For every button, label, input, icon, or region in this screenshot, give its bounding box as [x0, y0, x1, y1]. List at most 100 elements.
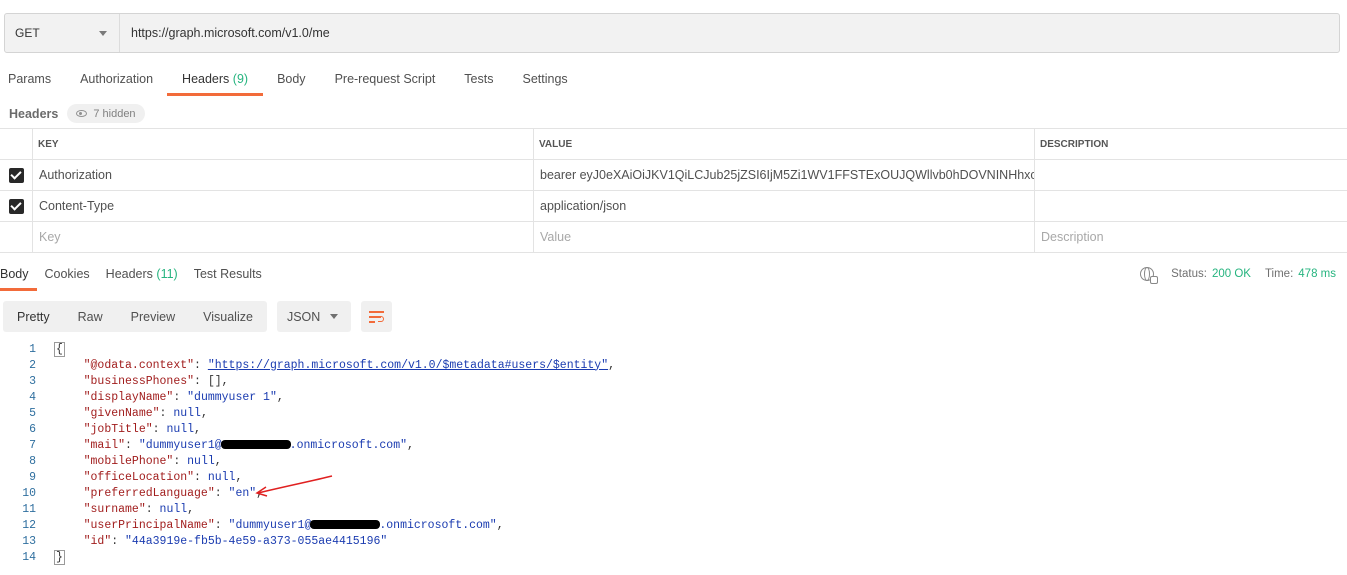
line-number: 13	[22, 534, 36, 548]
line-number: 4	[29, 390, 36, 404]
hidden-headers-toggle[interactable]: 7 hidden	[67, 104, 145, 123]
response-headers-count: (11)	[156, 267, 178, 281]
json-link-value[interactable]: "https://graph.microsoft.com/v1.0/$metad…	[208, 359, 608, 372]
new-value-input[interactable]: Value	[534, 222, 1035, 252]
column-header-key: KEY	[33, 129, 534, 159]
headers-table: KEY VALUE DESCRIPTION Authorization bear…	[0, 128, 1347, 253]
new-header-row: Key Value Description	[0, 222, 1347, 253]
line-number: 2	[29, 358, 36, 372]
json-key: "givenName"	[83, 406, 160, 420]
code-line: 13 "id": "44a3919e-fb5b-4e59-a373-055ae4…	[0, 533, 615, 549]
line-number: 1	[29, 342, 36, 356]
hidden-headers-label: 7 hidden	[93, 107, 136, 120]
tab-body[interactable]: Body	[269, 64, 314, 96]
view-pretty-button[interactable]: Pretty	[3, 301, 64, 332]
new-key-input[interactable]: Key	[33, 222, 534, 252]
request-url-bar: GET https://graph.microsoft.com/v1.0/me	[4, 13, 1340, 53]
tab-response-cookies[interactable]: Cookies	[45, 265, 90, 291]
line-number: 10	[22, 486, 36, 500]
view-mode-group: Pretty Raw Preview Visualize	[3, 301, 267, 332]
headers-section-title: Headers	[9, 106, 59, 121]
new-description-input[interactable]: Description	[1035, 222, 1347, 252]
json-value: "dummyuser1@	[138, 438, 222, 452]
redaction-mark	[220, 439, 291, 449]
json-key: "businessPhones"	[83, 374, 195, 388]
response-body-code: 1{ 2 "@odata.context": "https://graph.mi…	[0, 341, 615, 565]
row-checkbox-cell	[0, 191, 33, 221]
header-description-field[interactable]	[1035, 160, 1347, 190]
code-line: 7 "mail": "dummyuser1@ .onmicrosoft.com",	[0, 437, 615, 453]
code-line: 4 "displayName": "dummyuser 1",	[0, 389, 615, 405]
headers-count: (9)	[232, 72, 249, 86]
tab-response-headers[interactable]: Headers (11)	[106, 265, 178, 291]
format-select[interactable]: JSON	[276, 301, 351, 332]
json-value: null	[207, 470, 236, 484]
table-row: Content-Type application/json	[0, 191, 1347, 222]
table-header-row: KEY VALUE DESCRIPTION	[0, 129, 1347, 160]
tab-authorization[interactable]: Authorization	[72, 64, 161, 96]
code-line: 3 "businessPhones": [],	[0, 373, 615, 389]
headers-section-header: Headers 7 hidden	[9, 104, 145, 123]
json-key: "mobilePhone"	[83, 454, 174, 468]
tab-tests[interactable]: Tests	[456, 64, 501, 96]
code-line: 1{	[0, 341, 615, 357]
tab-headers[interactable]: Headers (9)	[167, 64, 264, 96]
line-number: 11	[22, 502, 36, 516]
request-tabs: Params Authorization Headers (9) Body Pr…	[0, 64, 589, 98]
annotation-arrow-icon	[255, 475, 333, 497]
tab-test-results[interactable]: Test Results	[194, 265, 262, 291]
header-key-field[interactable]: Authorization	[33, 160, 534, 190]
row-checkbox-cell	[0, 222, 33, 252]
json-value: .onmicrosoft.com"	[289, 438, 407, 452]
json-key: "id"	[83, 534, 112, 548]
column-header-description: DESCRIPTION	[1040, 138, 1109, 150]
wrap-lines-icon[interactable]	[360, 301, 392, 332]
code-line: 8 "mobilePhone": null,	[0, 453, 615, 469]
response-view-toolbar: Pretty Raw Preview Visualize JSON	[3, 301, 392, 332]
line-number: 12	[22, 518, 36, 532]
header-value-field[interactable]: bearer eyJ0eXAiOiJKV1QiLCJub25jZSI6IjM5Z…	[534, 160, 1035, 190]
status-value[interactable]: 200 OK	[1212, 268, 1251, 280]
checkbox-checked-icon[interactable]	[8, 198, 24, 214]
checkbox-checked-icon[interactable]	[8, 167, 24, 183]
json-key: "preferredLanguage"	[83, 486, 215, 500]
view-preview-button[interactable]: Preview	[117, 301, 189, 332]
tab-response-body[interactable]: Body	[0, 265, 36, 291]
json-key: "jobTitle"	[83, 422, 153, 436]
close-brace: }	[54, 549, 65, 565]
time-value[interactable]: 478 ms	[1298, 268, 1336, 280]
line-number: 9	[29, 470, 36, 484]
http-method-select[interactable]: GET	[5, 14, 120, 52]
header-value-field[interactable]: application/json	[534, 191, 1035, 221]
table-row: Authorization bearer eyJ0eXAiOiJKV1QiLCJ…	[0, 160, 1347, 191]
header-check-column	[0, 129, 33, 159]
json-value: null	[166, 422, 195, 436]
json-value: null	[173, 406, 201, 420]
network-globe-icon[interactable]	[1140, 267, 1159, 284]
code-line: 2 "@odata.context": "https://graph.micro…	[0, 357, 615, 373]
line-number: 6	[29, 422, 36, 436]
url-input[interactable]: https://graph.microsoft.com/v1.0/me	[120, 14, 330, 52]
column-header-value: VALUE	[534, 129, 1035, 159]
tab-settings[interactable]: Settings	[514, 64, 575, 96]
header-key-field[interactable]: Content-Type	[33, 191, 534, 221]
json-key: "surname"	[83, 502, 146, 516]
tab-pre-request-script[interactable]: Pre-request Script	[327, 64, 444, 96]
json-key: "userPrincipalName"	[83, 518, 215, 532]
chevron-down-icon	[329, 314, 338, 319]
json-value: null	[187, 454, 215, 468]
json-key: "displayName"	[83, 390, 174, 404]
line-number: 7	[29, 438, 36, 452]
json-key: "@odata.context"	[83, 358, 195, 372]
response-tabs: Body Cookies Headers (11) Test Results	[0, 265, 278, 291]
format-value: JSON	[286, 309, 321, 324]
code-line: 6 "jobTitle": null,	[0, 421, 615, 437]
status-label: Status:	[1171, 268, 1207, 280]
json-key: "officeLocation"	[83, 470, 195, 484]
view-raw-button[interactable]: Raw	[64, 301, 117, 332]
tab-params[interactable]: Params	[0, 64, 59, 96]
header-description-field[interactable]	[1035, 191, 1347, 221]
view-visualize-button[interactable]: Visualize	[189, 301, 267, 332]
json-value: "dummyuser 1"	[187, 390, 277, 404]
line-number: 8	[29, 454, 36, 468]
